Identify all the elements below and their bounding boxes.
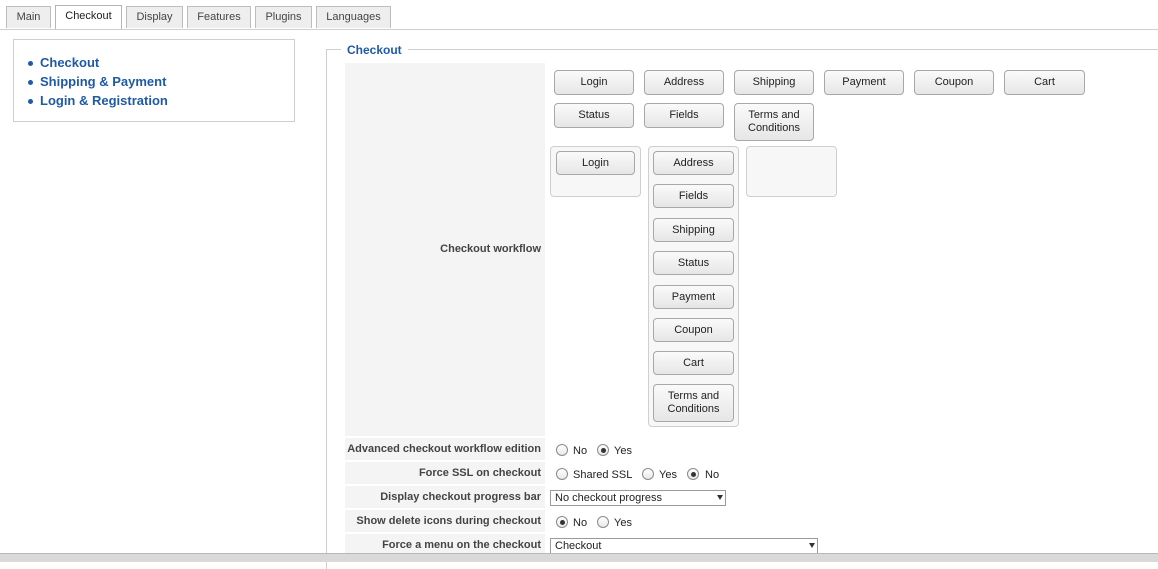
palette-coupon-button[interactable]: Coupon <box>914 70 994 95</box>
step2-cart-button[interactable]: Cart <box>653 351 734 375</box>
force-ssl-yes-radio[interactable] <box>642 468 654 480</box>
palette-status-button[interactable]: Status <box>554 103 634 128</box>
fieldset-legend: Checkout <box>341 42 408 58</box>
tab-features[interactable]: Features <box>187 6 251 28</box>
delete-icons-yes-label: Yes <box>614 517 632 529</box>
step2-shipping-button[interactable]: Shipping <box>653 218 734 242</box>
menu-link-login-registration[interactable]: Login & Registration <box>28 91 168 110</box>
delete-icons-no-label: No <box>573 517 588 529</box>
force-ssl-yes-label: Yes <box>659 469 677 481</box>
step2-terms-button[interactable]: Terms and Conditions <box>653 384 734 422</box>
force-ssl-no-radio[interactable] <box>687 468 699 480</box>
palette-fields-button[interactable]: Fields <box>644 103 724 128</box>
menu-link-checkout[interactable]: Checkout <box>28 53 168 72</box>
force-ssl-shared-label: Shared SSL <box>573 469 633 481</box>
advanced-edition-yes-radio[interactable] <box>597 444 609 456</box>
workflow-label: Checkout workflow <box>440 243 541 255</box>
palette-terms-button[interactable]: Terms and Conditions <box>734 103 814 141</box>
chevron-down-icon <box>717 495 723 500</box>
chevron-down-icon <box>809 543 815 548</box>
palette-login-button[interactable]: Login <box>554 70 634 95</box>
section-menu: Checkout Shipping & Payment Login & Regi… <box>13 39 295 122</box>
advanced-edition-label: Advanced checkout workflow edition <box>345 438 545 460</box>
advanced-edition-no-radio[interactable] <box>556 444 568 456</box>
step2-payment-button[interactable]: Payment <box>653 285 734 309</box>
delete-icons-yes-radio[interactable] <box>597 516 609 528</box>
tab-display[interactable]: Display <box>126 6 183 28</box>
advanced-edition-yes-label: Yes <box>614 445 632 457</box>
palette-cart-button[interactable]: Cart <box>1004 70 1085 95</box>
delete-icons-label: Show delete icons during checkout <box>345 510 545 532</box>
tab-bar: Main Checkout Display Features Plugins L… <box>0 0 1158 30</box>
advanced-edition-no-label: No <box>573 445 588 457</box>
force-ssl-shared-radio[interactable] <box>556 468 568 480</box>
menu-link-shipping-payment[interactable]: Shipping & Payment <box>28 72 168 91</box>
palette-shipping-button[interactable]: Shipping <box>734 70 814 95</box>
tab-languages[interactable]: Languages <box>316 6 391 28</box>
tab-plugins[interactable]: Plugins <box>255 6 312 28</box>
tab-main[interactable]: Main <box>6 6 51 28</box>
workflow-step-3-zone[interactable] <box>746 146 837 197</box>
step2-fields-button[interactable]: Fields <box>653 184 734 208</box>
progress-bar-select[interactable]: No checkout progress <box>550 490 726 506</box>
palette-address-button[interactable]: Address <box>644 70 724 95</box>
step2-address-button[interactable]: Address <box>653 151 734 175</box>
progress-bar-select-value: No checkout progress <box>555 492 662 504</box>
progress-bar-label: Display checkout progress bar <box>345 486 545 508</box>
palette-payment-button[interactable]: Payment <box>824 70 904 95</box>
label-cell-workflow: Checkout workflow <box>345 63 545 436</box>
step1-login-button[interactable]: Login <box>556 151 635 175</box>
step2-status-button[interactable]: Status <box>653 251 734 275</box>
step2-coupon-button[interactable]: Coupon <box>653 318 734 342</box>
force-ssl-no-label: No <box>705 469 720 481</box>
force-menu-select-value: Checkout <box>555 540 602 552</box>
delete-icons-no-radio[interactable] <box>556 516 568 528</box>
force-ssl-label: Force SSL on checkout <box>345 462 545 484</box>
force-menu-select[interactable]: Checkout <box>550 538 818 554</box>
tab-checkout[interactable]: Checkout <box>55 5 122 29</box>
